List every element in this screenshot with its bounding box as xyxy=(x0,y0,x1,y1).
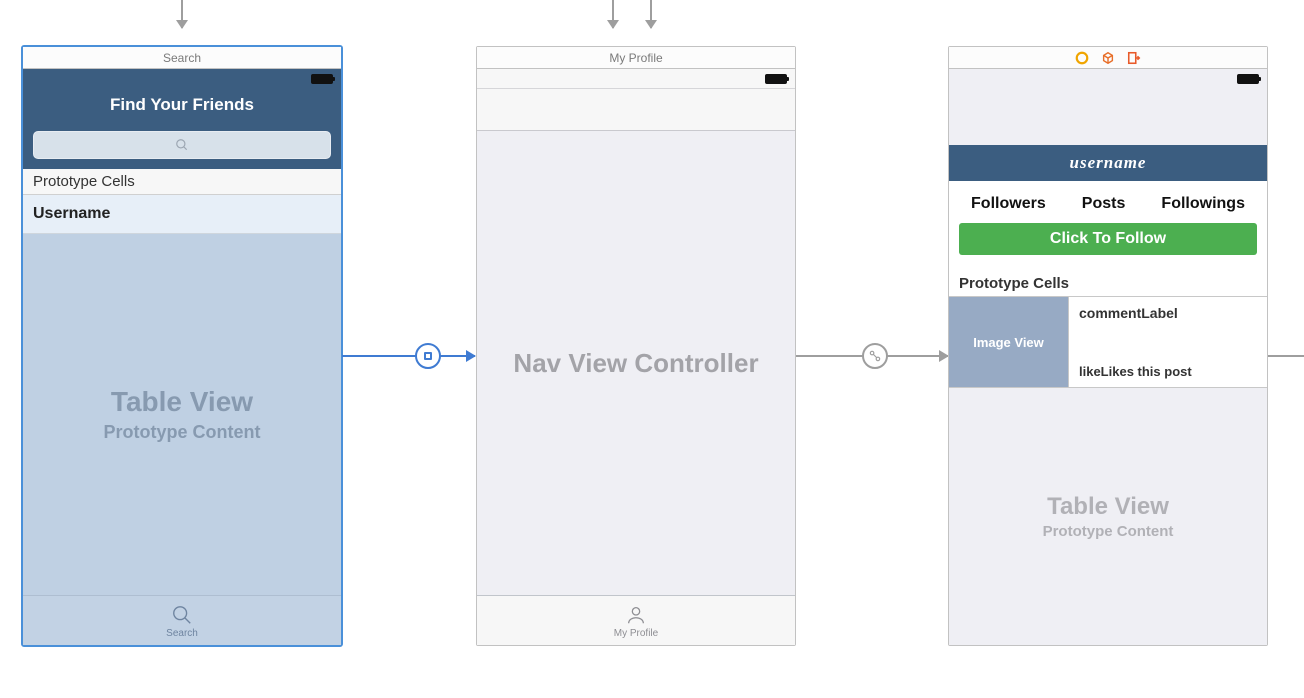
tableview-subtext: Prototype Content xyxy=(1043,523,1174,540)
tab-label: My Profile xyxy=(614,628,658,639)
segue-knob[interactable] xyxy=(415,343,441,369)
segue-knob[interactable] xyxy=(862,343,888,369)
nav-bar-title: Find Your Friends xyxy=(23,89,341,125)
search-icon xyxy=(175,138,189,152)
nav-bar-empty xyxy=(477,89,795,131)
follow-button-container: Click To Follow xyxy=(949,223,1267,269)
relationship-icon xyxy=(868,349,882,363)
segue-arrow-incoming xyxy=(181,0,183,28)
like-count-label: likeL xyxy=(1079,364,1109,379)
class-indicator-icon xyxy=(1075,51,1089,65)
prototype-cells-label: Prototype Cells xyxy=(949,269,1267,296)
segue-arrow-incoming xyxy=(612,0,614,28)
status-bar xyxy=(477,69,795,89)
search-view-controller-scene[interactable]: Search Find Your Friends Prototype Cells… xyxy=(22,46,342,646)
arrowhead-icon xyxy=(466,350,476,362)
stats-row: Followers Posts Followings xyxy=(949,181,1267,223)
exit-indicator-icon xyxy=(1127,51,1141,65)
username-prototype-cell[interactable]: Username xyxy=(23,195,341,234)
status-bar xyxy=(23,69,341,89)
battery-icon xyxy=(765,74,787,84)
scene-title xyxy=(949,47,1267,69)
segue-stub xyxy=(1268,355,1304,357)
post-image-view: Image View xyxy=(949,297,1069,387)
table-view-placeholder: Table View Prototype Content xyxy=(23,234,341,595)
posts-label[interactable]: Posts xyxy=(1082,195,1126,213)
search-icon xyxy=(171,604,193,626)
segue-arrow-incoming xyxy=(650,0,652,28)
likes-label: likeLikes this post xyxy=(1079,364,1257,379)
tableview-text: Table View xyxy=(111,386,253,418)
prototype-cells-label: Prototype Cells xyxy=(23,169,341,195)
battery-icon xyxy=(311,74,333,84)
likes-text: ikes this post xyxy=(1109,364,1192,379)
nav-controller-placeholder: Nav View Controller xyxy=(477,131,795,595)
scene-title: My Profile xyxy=(477,47,795,69)
tableview-text: Table View xyxy=(1047,493,1169,521)
username-title-label: username xyxy=(949,145,1267,181)
follow-button[interactable]: Click To Follow xyxy=(959,223,1257,255)
post-prototype-cell[interactable]: Image View commentLabel likeLikes this p… xyxy=(949,296,1267,388)
my-profile-nav-controller-scene[interactable]: My Profile Nav View Controller My Profil… xyxy=(476,46,796,646)
storyboard-canvas[interactable]: Search Find Your Friends Prototype Cells… xyxy=(0,0,1304,698)
tab-bar[interactable]: My Profile xyxy=(477,595,795,645)
module-indicator-icon xyxy=(1101,51,1115,65)
followings-label[interactable]: Followings xyxy=(1161,195,1245,213)
tableview-subtext: Prototype Content xyxy=(104,422,261,443)
followers-label[interactable]: Followers xyxy=(971,195,1046,213)
person-icon xyxy=(625,604,647,626)
segue[interactable] xyxy=(342,355,475,357)
segue[interactable] xyxy=(796,355,948,357)
status-bar xyxy=(949,69,1267,89)
tab-label: Search xyxy=(166,628,198,639)
top-gap xyxy=(949,89,1267,145)
search-bar-container xyxy=(23,125,341,169)
battery-icon xyxy=(1237,74,1259,84)
tab-bar[interactable]: Search xyxy=(23,595,341,645)
scene-title: Search xyxy=(23,47,341,69)
comment-label: commentLabel xyxy=(1079,305,1257,321)
search-field[interactable] xyxy=(33,131,331,159)
table-view-placeholder: Table View Prototype Content xyxy=(949,388,1267,645)
profile-view-controller-scene[interactable]: username Followers Posts Followings Clic… xyxy=(948,46,1268,646)
